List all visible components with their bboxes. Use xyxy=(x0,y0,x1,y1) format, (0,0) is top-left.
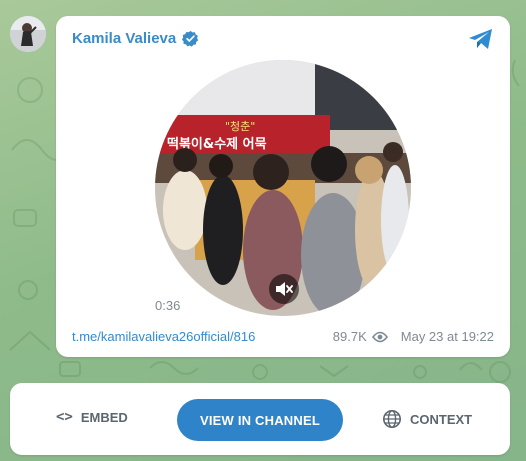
avatar-image xyxy=(10,16,46,52)
post-date[interactable]: May 23 at 19:22 xyxy=(401,329,494,344)
view-in-channel-button[interactable]: VIEW IN CHANNEL xyxy=(177,399,343,441)
context-button[interactable]: CONTEXT xyxy=(382,409,472,429)
round-video[interactable]: "청춘" 떡볶이&수제 어묵 xyxy=(155,60,411,316)
post-link[interactable]: t.me/kamilavalieva26official/816 xyxy=(72,329,255,344)
embed-label: EMBED xyxy=(80,409,128,425)
sign-top-text: "청춘" xyxy=(225,120,255,133)
author-label[interactable]: Kamila Valieva xyxy=(72,30,176,47)
mute-button[interactable] xyxy=(269,274,299,304)
action-bar: <> EMBED VIEW IN CHANNEL CONTEXT xyxy=(10,383,510,455)
context-label: CONTEXT xyxy=(410,411,473,427)
globe-icon xyxy=(383,410,401,428)
post-meta: 89.7K May 23 at 19:22 xyxy=(333,329,494,344)
eye-icon xyxy=(371,331,388,342)
verified-check-icon xyxy=(182,30,199,47)
video-duration: 0:36 xyxy=(155,298,181,313)
view-count: 89.7K xyxy=(332,329,367,344)
post-card: Kamila Valieva "청춘" 떡볶이&수제 어묵 0:36 t.me/… xyxy=(56,16,510,357)
speaker-muted-icon xyxy=(276,282,293,296)
author-name[interactable]: Kamila Valieva xyxy=(72,30,199,47)
embed-button[interactable]: <> EMBED xyxy=(56,409,128,425)
view-in-channel-label: VIEW IN CHANNEL xyxy=(200,412,320,428)
code-brackets-icon: <> xyxy=(56,409,73,425)
telegram-plane-icon[interactable] xyxy=(468,28,494,50)
channel-avatar[interactable] xyxy=(10,16,46,52)
